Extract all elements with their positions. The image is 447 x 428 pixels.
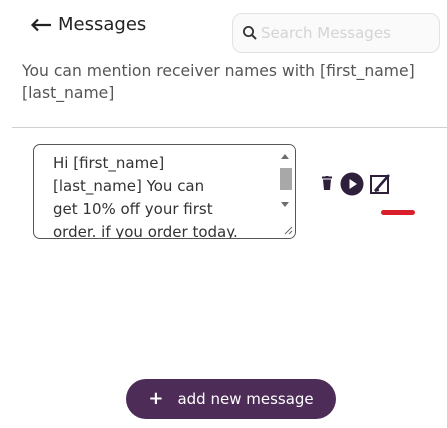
page-title: Messages xyxy=(58,14,147,35)
left-arrow-icon xyxy=(30,18,51,31)
back-button[interactable]: Messages xyxy=(30,14,146,35)
edit-icon[interactable] xyxy=(370,173,392,195)
scrollbar-thumb[interactable] xyxy=(280,168,292,190)
scroll-down-arrow-icon[interactable] xyxy=(281,202,289,207)
trash-icon[interactable] xyxy=(322,176,332,190)
active-indicator xyxy=(381,210,415,215)
mention-hint: You can mention receiver names with [fir… xyxy=(22,60,447,104)
message-editor: Hi [first_name] [last_name] You can get … xyxy=(33,144,296,239)
scroll-up-arrow-icon[interactable] xyxy=(281,154,289,159)
search-icon xyxy=(243,26,257,40)
mention-hint-line-1: You can mention receiver names with [fir… xyxy=(22,62,415,80)
play-icon[interactable] xyxy=(340,172,364,196)
add-new-message-button[interactable]: + add new message xyxy=(126,379,336,419)
divider xyxy=(12,127,447,128)
plus-icon: + xyxy=(148,388,164,409)
message-textarea[interactable]: Hi [first_name] [last_name] You can get … xyxy=(34,145,278,238)
resize-handle-icon[interactable] xyxy=(283,225,293,235)
mention-hint-line-2: [last_name] xyxy=(22,84,115,102)
add-new-message-label: add new message xyxy=(177,390,314,408)
search-box[interactable] xyxy=(232,13,440,53)
header: Messages xyxy=(0,0,447,56)
search-input[interactable] xyxy=(261,24,436,42)
